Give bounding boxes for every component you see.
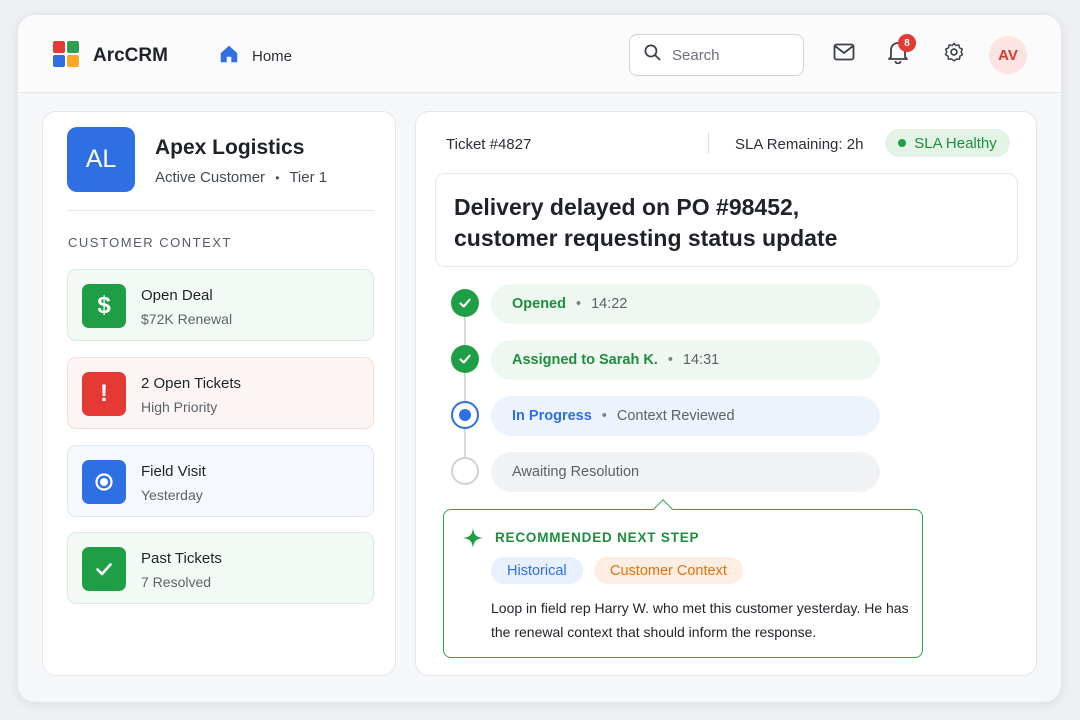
check-icon <box>82 547 126 591</box>
timeline-step-separator: • <box>575 296 582 312</box>
recommendation-body: Loop in field rep Harry W. who met this … <box>491 600 909 640</box>
timeline-step-awaiting[interactable]: Awaiting Resolution <box>491 452 880 492</box>
search-input[interactable] <box>672 46 782 64</box>
ticket-id: Ticket #4827 <box>446 136 532 153</box>
header-divider <box>708 132 709 154</box>
context-card-title: Past Tickets <box>141 550 222 567</box>
ticket-headline-card: Delivery delayed on PO #98452, customer … <box>435 173 1018 267</box>
subtitle-separator: • <box>275 171 280 185</box>
tag-customer-context[interactable]: Customer Context <box>594 557 743 584</box>
customer-tier: Tier 1 <box>289 169 328 186</box>
customer-subtitle: Active Customer • Tier 1 <box>155 169 327 186</box>
sla-remaining: SLA Remaining: 2h <box>735 136 864 153</box>
timeline-step-in-progress[interactable]: In Progress • Context Reviewed <box>491 396 880 436</box>
search-box[interactable] <box>629 34 804 76</box>
context-card-title: Field Visit <box>141 463 206 480</box>
context-card-desc: 7 Resolved <box>141 574 212 590</box>
settings-button[interactable] <box>941 41 967 67</box>
check-icon <box>451 289 479 317</box>
customer-avatar: AL <box>67 127 135 192</box>
context-card-desc: High Priority <box>141 399 218 415</box>
arccrm-logo-icon <box>53 41 79 67</box>
search-icon <box>643 43 662 67</box>
context-card-desc: Yesterday <box>141 487 203 503</box>
context-card-past-tickets[interactable]: Past Tickets 7 Resolved <box>67 532 374 604</box>
in-progress-node-icon <box>451 401 479 429</box>
gear-icon <box>943 41 965 68</box>
top-bar: ArcCRM Home 8 <box>18 15 1061 93</box>
ticket-headline: Delivery delayed on PO #98452, customer … <box>454 194 838 251</box>
check-icon <box>451 345 479 373</box>
timeline-step-separator: • <box>667 352 673 368</box>
timeline-step-meta: 14:31 <box>682 352 720 368</box>
context-card-open-deal[interactable]: $ Open Deal $72K Renewal <box>67 269 374 341</box>
timeline-step-label: Awaiting Resolution <box>512 464 640 480</box>
customer-panel: AL Apex Logistics Active Customer • Tier… <box>42 111 396 676</box>
mail-button[interactable] <box>831 41 857 67</box>
location-icon <box>82 460 126 504</box>
tag-historical[interactable]: Historical <box>491 557 583 584</box>
brand-name: ArcCRM <box>93 45 168 66</box>
customer-name: Apex Logistics <box>155 136 305 159</box>
context-card-title: Open Deal <box>141 287 213 304</box>
recommendation-title: RECOMMENDED NEXT STEP <box>495 530 700 545</box>
timeline-step-meta: 14:22 <box>591 296 628 312</box>
status-dot-icon <box>898 139 907 147</box>
context-card-open-tickets[interactable]: ! 2 Open Tickets High Priority <box>67 357 374 429</box>
sla-status-label: SLA Healthy <box>914 134 997 152</box>
sla-status-badge: SLA Healthy <box>885 129 1010 157</box>
timeline-step-opened[interactable]: Opened • 14:22 <box>491 284 880 324</box>
divider <box>67 210 374 211</box>
timeline-step-label: Opened <box>512 296 566 312</box>
recommendation-card: RECOMMENDED NEXT STEP Historical Custome… <box>443 509 923 658</box>
customer-status: Active Customer <box>155 169 266 186</box>
timeline-step-separator: • <box>601 408 607 424</box>
home-icon <box>218 43 240 70</box>
timeline-step-assigned[interactable]: Assigned to Sarah K. • 14:31 <box>491 340 880 380</box>
context-card-field-visit[interactable]: Field Visit Yesterday <box>67 445 374 517</box>
context-heading: CUSTOMER CONTEXT <box>68 235 232 250</box>
timeline-step-label: In Progress <box>512 408 592 424</box>
timeline-connector <box>464 302 466 472</box>
timeline-step-meta: Context Reviewed <box>616 408 735 424</box>
nav-home[interactable]: Home <box>218 43 292 70</box>
alert-icon: ! <box>82 372 126 416</box>
user-avatar[interactable]: AV <box>989 36 1027 74</box>
context-card-title: 2 Open Tickets <box>141 375 242 392</box>
dollar-icon: $ <box>82 284 126 328</box>
timeline-step-label: Assigned to Sarah K. <box>512 352 658 368</box>
sparkle-icon <box>462 527 484 554</box>
pending-node-icon <box>451 457 479 485</box>
nav-home-label: Home <box>252 48 293 65</box>
app-window: ArcCRM Home 8 <box>17 14 1062 703</box>
notification-count-badge: 8 <box>898 34 916 52</box>
context-card-desc: $72K Renewal <box>141 311 233 327</box>
ticket-panel: Ticket #4827 SLA Remaining: 2h SLA Healt… <box>415 111 1037 676</box>
mail-icon <box>833 43 855 66</box>
